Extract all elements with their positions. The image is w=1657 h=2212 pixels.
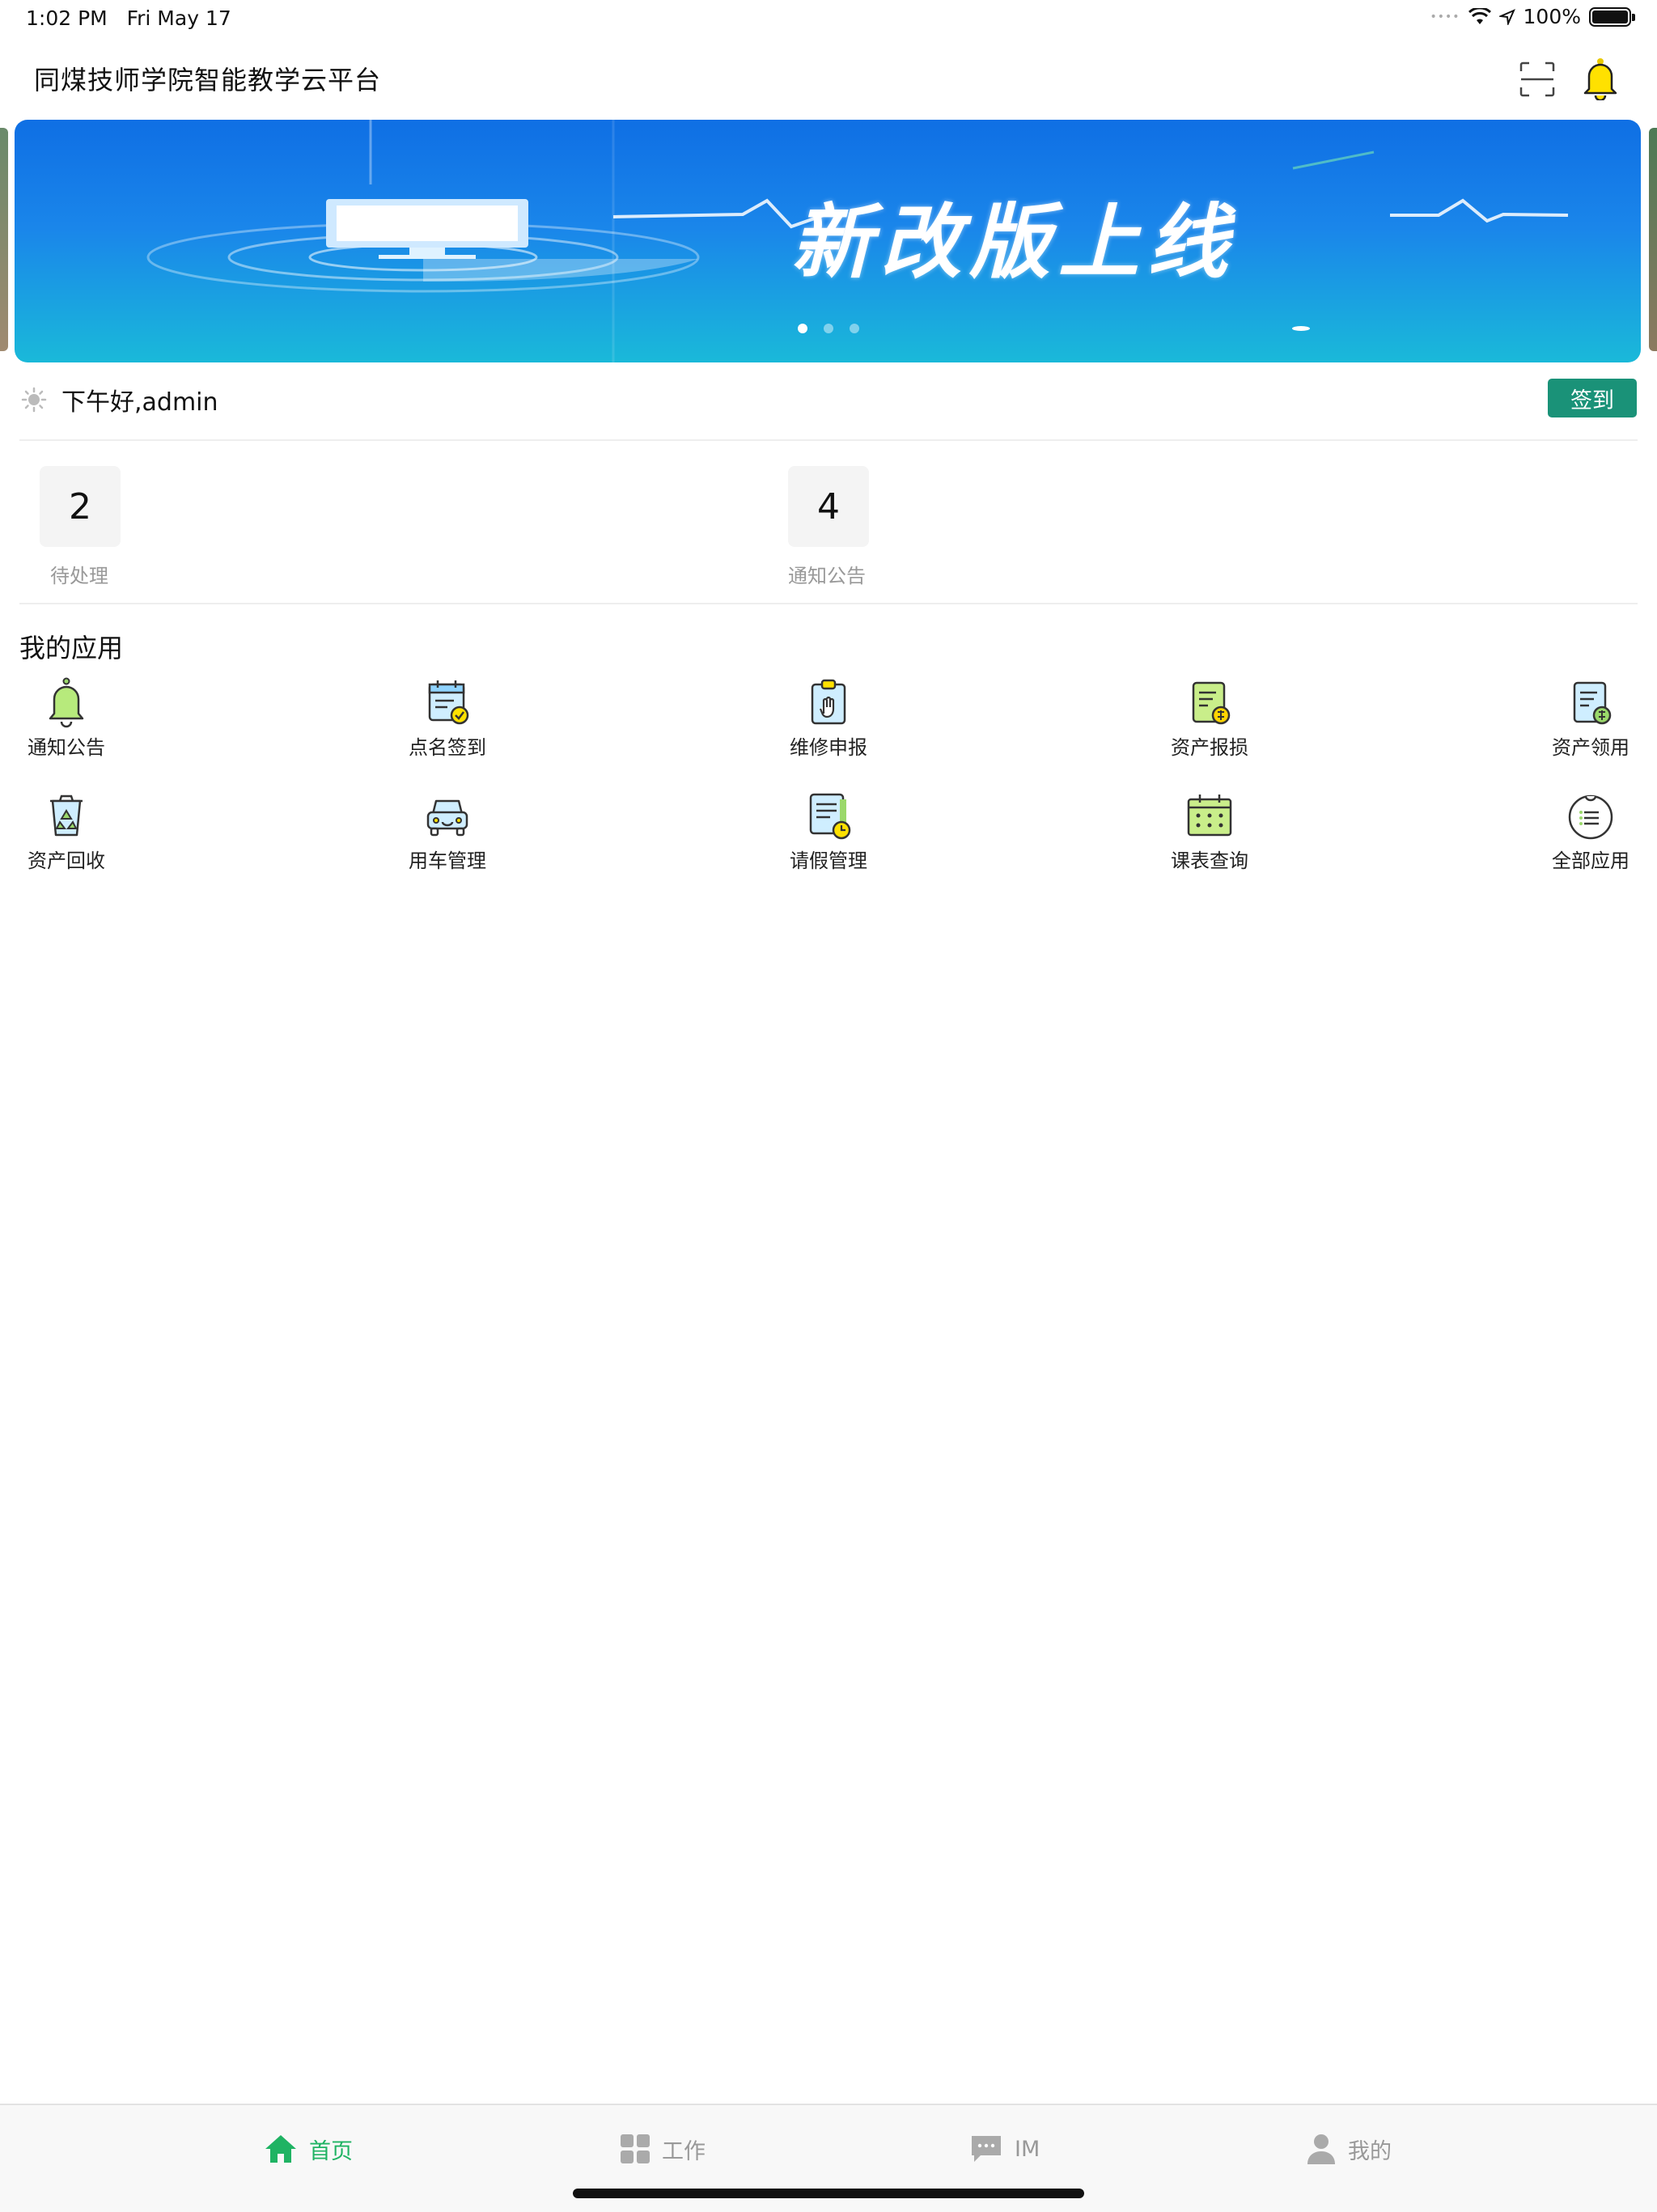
app-leave-label: 请假管理 [790,850,867,872]
document-receive-icon [1573,681,1612,725]
app-asset-damage[interactable]: 资产报损 [1145,676,1274,760]
divider [19,603,1638,604]
app-repair-label: 维修申报 [790,736,867,759]
chat-icon [972,2136,1001,2162]
clipboard-hand-icon [811,679,846,725]
app-vehicle[interactable]: 用车管理 [383,790,512,873]
stat-pending-value: 2 [40,466,121,547]
status-indicators: •••• 100% [1430,5,1635,28]
app-vehicle-label: 用车管理 [409,850,486,872]
tab-home[interactable]: 首页 [264,2129,353,2168]
scan-icon[interactable] [1518,60,1557,99]
divider [19,439,1638,441]
user-icon [1307,2134,1335,2164]
status-date: Fri May 17 [126,6,231,30]
banner-pagination [798,324,859,333]
home-icon [265,2135,296,2163]
stat-pending[interactable]: 2 待处理 [40,466,137,587]
battery-icon [1589,6,1635,27]
status-time: 1:02 PM Fri May 17 [26,6,231,30]
app-rollcall-label: 点名签到 [409,736,486,759]
stat-notices[interactable]: 4 通知公告 [788,466,885,587]
app-notice-label: 通知公告 [28,736,105,759]
banner-prev-peek[interactable] [0,128,8,351]
banner-dot[interactable] [850,324,859,333]
app-asset-receive-label: 资产领用 [1552,736,1629,759]
tab-mine[interactable]: 我的 [1306,2129,1392,2168]
tab-mine-label: 我的 [1348,2138,1392,2164]
stat-pending-label: 待处理 [50,565,108,587]
document-damage-icon [1192,681,1231,725]
sun-icon [21,387,47,413]
status-time-value: 1:02 PM [26,6,108,30]
app-all-label: 全部应用 [1552,850,1629,872]
app-asset-damage-label: 资产报损 [1171,736,1248,759]
stat-notices-label: 通知公告 [788,565,866,587]
recycle-bin-icon [50,795,83,837]
tab-home-label: 首页 [309,2138,353,2164]
app-asset-recycle[interactable]: 资产回收 [2,790,131,873]
bell-icon [49,677,84,728]
stat-notices-value: 4 [788,466,869,547]
app-asset-recycle-label: 资产回收 [28,850,105,872]
my-apps-title: 我的应用 [19,633,124,663]
tab-im[interactable]: IM [969,2129,1040,2168]
app-leave[interactable]: 请假管理 [764,790,893,873]
timetable-icon [1187,795,1232,837]
banner-dot[interactable] [798,324,807,333]
app-repair[interactable]: 维修申报 [764,676,893,760]
calendar-check-icon [428,680,469,725]
notification-bell-icon[interactable] [1579,57,1621,100]
battery-percent: 100% [1523,5,1581,28]
banner-headline: 新改版上线 [791,195,1236,290]
app-title: 同煤技师学院智能教学云平台 [34,65,382,95]
checkin-button[interactable]: 签到 [1548,379,1637,417]
app-asset-receive[interactable]: 资产领用 [1526,676,1655,760]
app-rollcall[interactable]: 点名签到 [383,676,512,760]
app-timetable[interactable]: 课表查询 [1145,790,1274,873]
signal-dots-icon: •••• [1430,10,1460,23]
banner-dot[interactable] [824,324,833,333]
location-arrow-icon [1498,8,1515,25]
all-apps-icon [1568,795,1613,840]
tab-work-label: 工作 [662,2138,706,2164]
greeting-text: 下午好,admin [61,388,218,417]
car-icon [426,799,468,837]
leave-document-icon [809,793,851,840]
app-timetable-label: 课表查询 [1171,850,1248,872]
tab-im-label: IM [1015,2136,1040,2162]
home-indicator [573,2189,1084,2198]
tab-work[interactable]: 工作 [620,2129,706,2168]
banner-next-peek[interactable] [1649,128,1657,351]
wifi-icon [1468,7,1491,24]
banner-carousel[interactable]: 新改版上线 [15,120,1641,362]
app-notice[interactable]: 通知公告 [2,676,131,760]
grid-icon [621,2134,650,2163]
app-all[interactable]: 全部应用 [1526,790,1655,873]
status-bar: 1:02 PM Fri May 17 •••• 100% [0,0,1657,39]
